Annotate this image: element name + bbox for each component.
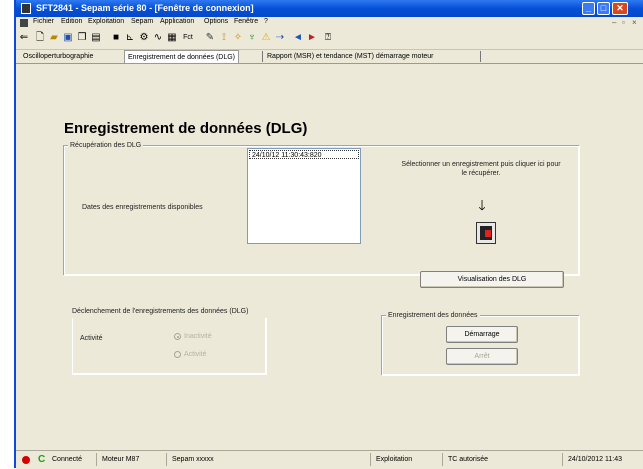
retrieve-icon-indicator [485,230,491,237]
status-datetime: 24/10/2012 11:43 [568,456,622,463]
document-icon [20,19,28,27]
activity-label: Activité [80,335,103,342]
arrow-down-icon: 🡓 [478,197,486,213]
page-title: Enregistrement de données (DLG) [64,120,308,137]
trigger-group [72,318,267,375]
record-group [382,316,580,376]
start-button[interactable]: Démarrage [446,326,518,343]
record-group-label: Enregistrement des données [386,312,480,319]
status-separator [96,453,97,466]
mdi-restore-icon[interactable]: ▫ [622,18,625,27]
minimize-button[interactable]: _ [582,2,595,15]
back-icon[interactable]: ⇐ [18,32,30,44]
menu-edition[interactable]: Edition [61,18,82,25]
status-separator [370,453,371,466]
status-bar: C Connecté Moteur M87 Sepam xxxxx Exploi… [16,450,643,469]
status-remote: TC autorisée [448,456,489,463]
status-separator [562,453,563,466]
menu-fichier[interactable]: Fichier [33,18,54,25]
active-radio[interactable] [174,351,181,358]
trigger-group-label: Déclenchement de l'enregistrements des d… [72,308,249,315]
tab-dlg[interactable]: Enregistrement de données (DLG) [124,50,239,63]
equation-icon[interactable]: ∿ [152,32,164,44]
tab-separator [262,51,263,62]
alarm-icon[interactable]: ⚠ [260,32,272,44]
wave-icon[interactable]: ✧ [232,32,244,44]
dates-listbox[interactable]: 24/10/12 11:30:43:820 [247,148,361,244]
open-icon[interactable]: ▰ [48,32,60,44]
menu-help[interactable]: ? [264,18,268,25]
status-model: Moteur M87 [102,456,140,463]
parameters-icon[interactable]: ⚙ [138,32,150,44]
retrieve-button[interactable] [476,222,496,244]
menu-exploitation[interactable]: Exploitation [88,18,124,25]
tab-separator [480,51,481,62]
disturbance-icon[interactable]: ⇢ [274,32,286,44]
protection-icon[interactable]: ♆ [246,32,258,44]
connection-led-icon [22,456,30,464]
toolbar: ⇐ 🗋 ▰ ▣ ❐ ▤ ■ ⊾ ⚙ ∿ ▦ Fct ✎ ⟟ ✧ ♆ ⚠ ⇢ ◄ … [16,29,643,50]
application-window: SFT2841 - Sepam série 80 - [Fenêtre de c… [14,0,643,469]
tool-icon[interactable]: ✎ [204,32,216,44]
test-icon[interactable]: ⟟ [218,32,230,44]
close-button[interactable]: ✕ [612,2,628,15]
menu-sepam[interactable]: Sepam [131,18,153,25]
help-icon[interactable]: ⍰ [322,32,334,44]
status-separator [442,453,443,466]
app-icon [21,3,31,14]
tab-bar: Oscilloperturbographie Enregistrement de… [16,50,643,64]
events-icon[interactable]: ▦ [166,32,178,44]
status-separator [166,453,167,466]
view-dlg-button[interactable]: Visualisation des DLG [420,271,564,288]
menu-fenetre[interactable]: Fenêtre [234,18,258,25]
status-connection: Connecté [52,456,82,463]
sepam-icon[interactable]: ■ [110,32,122,44]
recovery-group-label: Récupération des DLG [68,142,144,149]
inactive-radio[interactable] [174,333,181,340]
paste-icon[interactable]: ▤ [90,32,102,44]
dates-label: Dates des enregistrements disponibles [82,204,203,211]
new-icon[interactable]: 🗋 [34,32,46,44]
stop-button[interactable]: Arrêt [446,348,518,365]
tab-oscilloperturbographie[interactable]: Oscilloperturbographie [20,50,96,63]
status-mode: Exploitation [376,456,413,463]
mdi-close-icon[interactable]: × [632,18,637,27]
status-sepam: Sepam xxxxx [172,456,214,463]
copy-icon[interactable]: ❐ [76,32,88,44]
fct-icon[interactable]: Fct [180,32,196,44]
maximize-button[interactable]: □ [597,2,610,15]
menu-application[interactable]: Application [160,18,194,25]
dlg-panel: Enregistrement de données (DLG) Récupéra… [18,64,638,447]
inactive-radio-label: Inactivité [184,333,212,340]
menu-options[interactable]: Options [204,18,228,25]
active-radio-label: Activité [184,351,207,358]
arrow-left-icon[interactable]: ◄ [292,32,304,44]
connected-icon: C [38,454,46,465]
window-title: SFT2841 - Sepam série 80 - [Fenêtre de c… [36,3,254,13]
menu-bar: Fichier Edition Exploitation Sepam Appli… [16,17,643,29]
title-bar: SFT2841 - Sepam série 80 - [Fenêtre de c… [16,0,643,17]
mdi-minimize-icon[interactable]: – [612,18,616,27]
list-item[interactable]: 24/10/12 11:30:43:820 [249,150,359,159]
document-id: DE81221 [0,0,13,110]
instruction-text: Sélectionner un enregistrement puis cliq… [401,161,561,177]
arrow-right-icon[interactable]: ► [306,32,318,44]
logic-icon[interactable]: ⊾ [124,32,136,44]
tab-msr-mst[interactable]: Rapport (MSR) et tendance (MST) démarrag… [264,50,437,63]
save-icon[interactable]: ▣ [62,32,74,44]
